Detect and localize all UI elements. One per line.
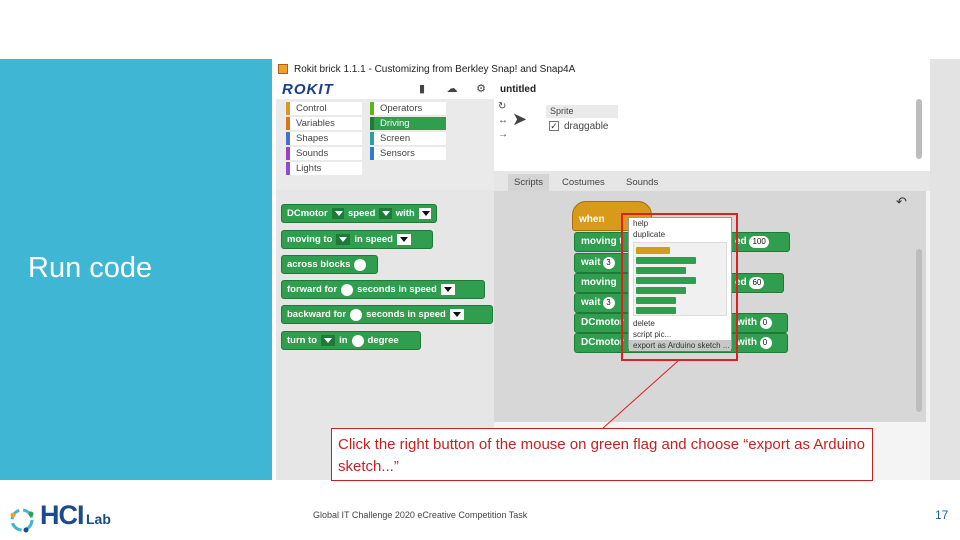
block-right-label: with 0 — [737, 337, 772, 349]
dropdown-arrow-icon[interactable] — [418, 208, 431, 219]
dropdown-arrow-icon[interactable] — [331, 208, 344, 219]
category-variables[interactable]: Variables — [286, 117, 362, 130]
hat-label: when — [579, 214, 605, 225]
block-label: turn to — [287, 335, 318, 346]
speed-value[interactable]: 100 — [749, 236, 769, 248]
rokit-window: Rokit brick 1.1.1 - Customizing from Ber… — [276, 59, 930, 480]
block-label: with — [737, 337, 757, 348]
motor-value[interactable]: 0 — [759, 317, 772, 329]
block-label: in — [339, 335, 348, 346]
block-label: across blocks — [287, 259, 351, 270]
wait-value[interactable]: 3 — [603, 257, 616, 269]
block-label: with — [737, 317, 757, 328]
cloud-icon[interactable]: ☁ — [446, 83, 458, 95]
category-column-left: Control Variables Shapes Sounds Lights — [286, 102, 362, 175]
dropdown-arrow-icon[interactable] — [379, 208, 392, 219]
hci-logo-text: HCI — [40, 500, 84, 530]
category-screen[interactable]: Screen — [370, 132, 446, 145]
block-right-label: ed 60 — [735, 277, 765, 289]
block-label: in speed — [354, 234, 393, 245]
tab-scripts[interactable]: Scripts — [508, 174, 550, 191]
category-sounds[interactable]: Sounds — [286, 147, 362, 160]
dropdown-arrow-icon[interactable] — [449, 309, 464, 320]
highlight-box — [621, 213, 738, 361]
palette-block-backward-for[interactable]: backward for seconds in speed — [281, 305, 493, 324]
sprite-arrow-icon: ➤ — [512, 109, 528, 129]
hci-logo-lab: Lab — [86, 511, 111, 527]
block-label: backward for — [287, 309, 347, 320]
slide-title: Run code — [28, 252, 153, 284]
category-sensors[interactable]: Sensors — [370, 147, 446, 160]
category-operators[interactable]: Operators — [370, 102, 446, 115]
category-panel: Control Variables Shapes Sounds Lights O… — [276, 99, 494, 190]
palette-block-across-blocks[interactable]: across blocks — [281, 255, 378, 274]
undo-icon[interactable]: ↶ — [896, 194, 907, 210]
dropdown-arrow-icon[interactable] — [440, 284, 455, 295]
footer-text: Global IT Challenge 2020 eCreative Compe… — [313, 510, 528, 520]
dropdown-arrow-icon[interactable] — [321, 335, 336, 346]
palette-block-turn-to[interactable]: turn to in degree — [281, 331, 421, 350]
palette-block-forward-for[interactable]: forward for seconds in speed — [281, 280, 485, 299]
category-control[interactable]: Control — [286, 102, 362, 115]
dropdown-arrow-icon[interactable] — [396, 234, 411, 245]
block-label: degree — [367, 335, 399, 346]
tab-costumes[interactable]: Costumes — [556, 174, 611, 191]
block-label: moving to — [287, 234, 333, 245]
block-right-label: ed 100 — [735, 236, 769, 248]
toolbar — [276, 79, 930, 99]
draggable-checkbox[interactable]: ✓ — [549, 121, 559, 131]
tab-sounds[interactable]: Sounds — [620, 174, 664, 191]
dropdown-arrow-icon[interactable] — [336, 234, 351, 245]
category-column-right: Operators Driving Screen Sensors — [370, 102, 446, 160]
speed-value[interactable]: 60 — [749, 277, 765, 289]
project-name: untitled — [500, 84, 537, 95]
block-label: DCmotor — [581, 337, 624, 348]
rokit-logo: ROKIT — [282, 81, 334, 98]
scrollbar-top[interactable] — [916, 99, 922, 159]
block-label: moving t — [581, 236, 623, 247]
wait-value[interactable]: 3 — [603, 297, 616, 309]
gear-icon[interactable]: ⚙ — [475, 83, 487, 95]
block-label: seconds in speed — [357, 284, 437, 295]
no-rotate-icon[interactable]: → — [498, 129, 508, 140]
block-label: DCmotor — [581, 317, 624, 328]
draggable-label: draggable — [564, 121, 609, 132]
window-title: Rokit brick 1.1.1 - Customizing from Ber… — [294, 64, 576, 75]
block-label: DCmotor — [287, 208, 328, 219]
category-shapes[interactable]: Shapes — [286, 132, 362, 145]
sprite-rotation-icon[interactable]: ↻ — [498, 101, 506, 112]
palette-block-moving-to[interactable]: moving to in speed — [281, 230, 433, 249]
slide-right-band — [930, 59, 960, 480]
window-titlebar: Rokit brick 1.1.1 - Customizing from Ber… — [276, 59, 930, 79]
block-label: forward for — [287, 284, 338, 295]
value-slot[interactable] — [351, 334, 364, 347]
value-slot[interactable] — [354, 258, 367, 271]
instruction-callout: Click the right button of the mouse on g… — [331, 428, 873, 481]
category-driving[interactable]: Driving — [370, 117, 446, 130]
rokit-logo-text: ROKIT — [282, 81, 334, 98]
block-label: wait — [581, 297, 601, 308]
block-label: with — [395, 208, 415, 219]
sprite-name-field[interactable]: Sprite — [546, 105, 618, 118]
scrollbar-scripts[interactable] — [916, 249, 922, 412]
hci-logo-icon — [6, 505, 38, 535]
block-right-label: with 0 — [737, 317, 772, 329]
flip-icon[interactable]: ↔ — [498, 115, 508, 126]
block-label: wait — [581, 257, 601, 268]
value-slot[interactable] — [350, 308, 363, 321]
block-label: moving — [581, 277, 617, 288]
page-number: 17 — [935, 508, 949, 522]
block-label: seconds in speed — [366, 309, 446, 320]
value-slot[interactable] — [341, 283, 354, 296]
file-icon[interactable]: ▮ — [416, 83, 428, 95]
motor-value[interactable]: 0 — [759, 337, 772, 349]
palette-block-dcmotor[interactable]: DCmotor speed with — [281, 204, 437, 223]
app-icon — [278, 64, 288, 74]
block-label: speed — [347, 208, 376, 219]
category-lights[interactable]: Lights — [286, 162, 362, 175]
